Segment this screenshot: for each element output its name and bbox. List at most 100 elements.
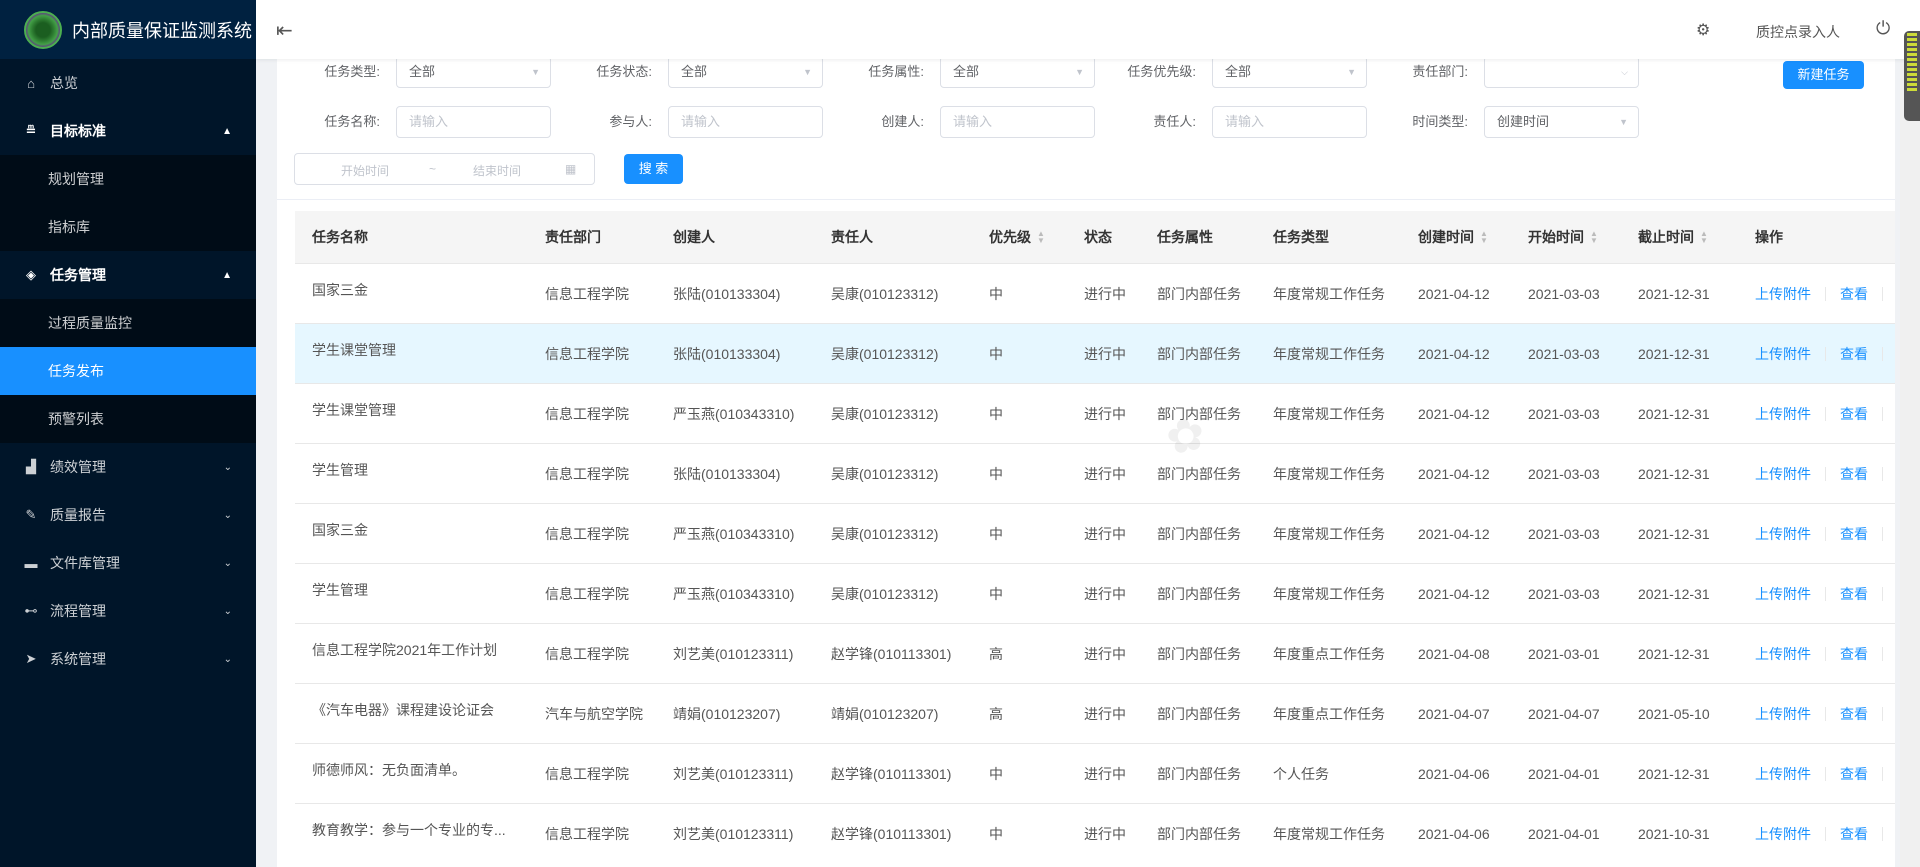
column-header: 任务属性: [1157, 211, 1213, 263]
sidebar-item-label: 目标标准: [50, 121, 106, 141]
table-cell: 赵学锋(010113301): [831, 744, 951, 803]
table-cell: 进行中: [1084, 684, 1126, 743]
table-cell: 靖娟(010123207): [673, 684, 780, 743]
table-cell: 2021-03-03: [1528, 264, 1600, 323]
filter-label: 责任部门:: [1358, 56, 1468, 88]
upload-attachment-link[interactable]: 上传附件: [1755, 764, 1811, 784]
view-link[interactable]: 查看: [1840, 404, 1868, 424]
table-cell: 年度重点工作任务: [1273, 624, 1385, 683]
sort-icon[interactable]: ▲▼: [1480, 230, 1488, 244]
divider: [1882, 467, 1883, 481]
filter-input[interactable]: 请输入: [396, 106, 551, 138]
view-link[interactable]: 查看: [1840, 824, 1868, 844]
table-cell: 进行中: [1084, 504, 1126, 563]
upload-attachment-link[interactable]: 上传附件: [1755, 704, 1811, 724]
sort-icon[interactable]: ▲▼: [1590, 230, 1598, 244]
table-row: 师德师风：无负面清单。信息工程学院刘艺美(010123311)赵学锋(01011…: [295, 743, 1895, 803]
chevron-down-icon: ⌄: [224, 558, 232, 569]
table-cell: 学生管理: [312, 444, 368, 503]
filter-label: 任务类型:: [270, 56, 380, 88]
table-cell: 进行中: [1084, 324, 1126, 383]
filter-input[interactable]: 请输入: [940, 106, 1095, 138]
column-title: 优先级: [989, 227, 1031, 247]
user-name[interactable]: 质控点录入人: [1756, 22, 1840, 42]
date-range-picker[interactable]: 开始时间 ~ 结束时间 ▦: [294, 153, 595, 185]
filter-select[interactable]: 全部▼: [1212, 56, 1367, 88]
column-header[interactable]: 截止时间▲▼: [1638, 211, 1708, 263]
sidebar-subitem[interactable]: 过程质量监控: [0, 299, 256, 347]
view-link[interactable]: 查看: [1840, 764, 1868, 784]
sort-icon[interactable]: ▲▼: [1037, 230, 1045, 244]
table-cell: 张陆(010133304): [673, 324, 780, 383]
upload-attachment-link[interactable]: 上传附件: [1755, 644, 1811, 664]
filter-select[interactable]: ⌵: [1484, 56, 1639, 88]
sidebar-item-4[interactable]: ✎质量报告⌄: [0, 491, 256, 539]
upload-attachment-link[interactable]: 上传附件: [1755, 404, 1811, 424]
end-date-input[interactable]: 结束时间: [473, 162, 521, 179]
sidebar-item-7[interactable]: ➤系统管理⌄: [0, 635, 256, 683]
divider: [1825, 347, 1826, 361]
sort-icon[interactable]: ▲▼: [1700, 230, 1708, 244]
sidebar-subitem[interactable]: 预警列表: [0, 395, 256, 443]
table-cell: 年度常规工作任务: [1273, 564, 1385, 623]
folder-icon: ▬: [24, 556, 38, 571]
sidebar-item-3[interactable]: ▟绩效管理⌄: [0, 443, 256, 491]
column-header: 状态: [1084, 211, 1112, 263]
table-cell: 2021-12-31: [1638, 444, 1710, 503]
upload-attachment-link[interactable]: 上传附件: [1755, 524, 1811, 544]
view-link[interactable]: 查看: [1840, 584, 1868, 604]
divider: [1825, 467, 1826, 481]
power-icon[interactable]: ⏻: [1876, 18, 1890, 39]
filter-label: 任务名称:: [270, 106, 380, 138]
sidebar-item-1[interactable]: ≞目标标准▲: [0, 107, 256, 155]
search-button[interactable]: 搜 索: [624, 154, 683, 184]
column-header[interactable]: 开始时间▲▼: [1528, 211, 1598, 263]
upload-attachment-link[interactable]: 上传附件: [1755, 344, 1811, 364]
scrollbar[interactable]: [1900, 59, 1920, 867]
view-link[interactable]: 查看: [1840, 644, 1868, 664]
gear-icon[interactable]: ⚙: [1696, 20, 1710, 40]
table-cell: 国家三金: [312, 264, 368, 323]
sidebar-item-label: 绩效管理: [50, 457, 106, 477]
table-cell: 2021-04-12: [1418, 444, 1490, 503]
sidebar-subitem[interactable]: 任务发布: [0, 347, 256, 395]
divider: [1825, 707, 1826, 721]
view-link[interactable]: 查看: [1840, 524, 1868, 544]
table-cell: 张陆(010133304): [673, 444, 780, 503]
time-type-select[interactable]: 创建时间▼: [1484, 106, 1639, 138]
table-cell: 信息工程学院: [545, 564, 629, 623]
table-cell: 2021-12-31: [1638, 564, 1710, 623]
select-value: 全部: [409, 64, 435, 79]
new-task-button[interactable]: 新建任务: [1783, 61, 1864, 89]
filter-input[interactable]: 请输入: [668, 106, 823, 138]
table-cell: 学生管理: [312, 564, 368, 623]
column-header[interactable]: 优先级 ▲▼: [989, 211, 1045, 263]
upload-attachment-link[interactable]: 上传附件: [1755, 824, 1811, 844]
view-link[interactable]: 查看: [1840, 344, 1868, 364]
view-link[interactable]: 查看: [1840, 464, 1868, 484]
column-header[interactable]: 创建时间▲▼: [1418, 211, 1488, 263]
upload-attachment-link[interactable]: 上传附件: [1755, 464, 1811, 484]
view-link[interactable]: 查看: [1840, 704, 1868, 724]
view-link[interactable]: 查看: [1840, 284, 1868, 304]
sidebar-subitem[interactable]: 指标库: [0, 203, 256, 251]
table-header: 任务名称责任部门创建人责任人优先级▲▼状态任务属性任务类型创建时间▲▼开始时间▲…: [295, 211, 1895, 263]
divider: [1825, 827, 1826, 841]
filter-input[interactable]: 请输入: [1212, 106, 1367, 138]
table-cell: 刘艺美(010123311): [673, 624, 793, 683]
sidebar-item-2[interactable]: ◈任务管理▲: [0, 251, 256, 299]
start-date-input[interactable]: 开始时间: [341, 162, 389, 179]
upload-attachment-link[interactable]: 上传附件: [1755, 584, 1811, 604]
sidebar-item-5[interactable]: ▬文件库管理⌄: [0, 539, 256, 587]
calendar-icon: ▦: [565, 162, 576, 176]
sidebar-subitem[interactable]: 规划管理: [0, 155, 256, 203]
table-cell: 年度重点工作任务: [1273, 684, 1385, 743]
sidebar-item-0[interactable]: ⌂总览: [0, 59, 256, 107]
filter-select[interactable]: 全部▼: [940, 56, 1095, 88]
sidebar-item-6[interactable]: ⊷流程管理⌄: [0, 587, 256, 635]
table-cell: 信息工程学院: [545, 444, 629, 503]
upload-attachment-link[interactable]: 上传附件: [1755, 284, 1811, 304]
filter-select[interactable]: 全部▼: [668, 56, 823, 88]
filter-select[interactable]: 全部▼: [396, 56, 551, 88]
menu-fold-icon[interactable]: ⇤: [276, 18, 293, 43]
